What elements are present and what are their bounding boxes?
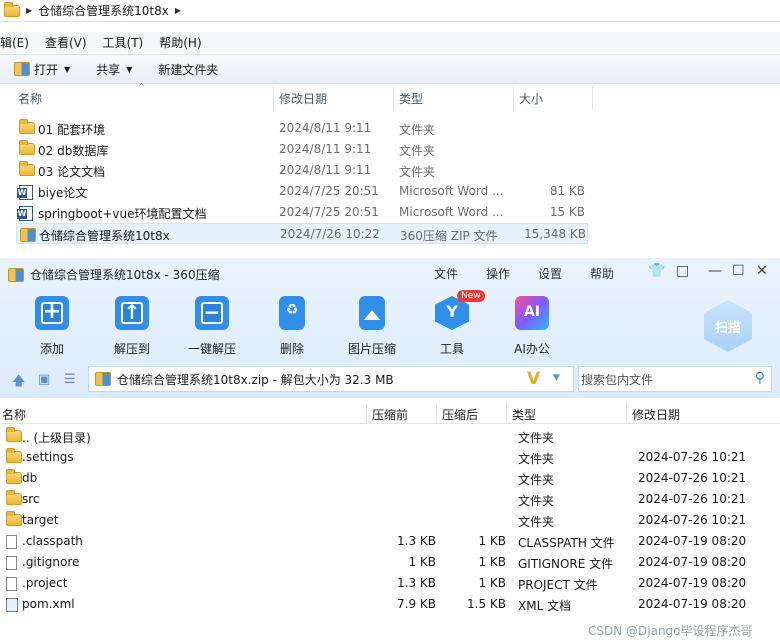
- menu-view[interactable]: 查看(V): [45, 34, 87, 51]
- column-date[interactable]: 修改日期: [279, 90, 327, 107]
- file-row-selected[interactable]: 仓储综合管理系统10t8x 2024/7/26 10:22 360压缩 ZIP …: [16, 223, 588, 244]
- archive-row[interactable]: db 文件夹 2024-07-26 10:21: [0, 468, 780, 489]
- ai-icon: [515, 296, 549, 330]
- folder-icon: [6, 448, 22, 463]
- extract-to-button[interactable]: 解压到: [97, 296, 167, 357]
- menu-file[interactable]: 文件: [434, 265, 458, 282]
- trash-icon: [279, 296, 305, 330]
- explorer-address-bar[interactable]: ▶ 仓储综合管理系统10t8x ▶: [0, 0, 780, 22]
- folder-icon: [19, 161, 35, 176]
- chevron-down-icon: ▼: [126, 64, 133, 74]
- file-row[interactable]: biye论文 2024/7/25 20:51 Microsoft Word ..…: [16, 181, 588, 202]
- archive-row[interactable]: src 文件夹 2024-07-26 10:21: [0, 489, 780, 510]
- file-icon: [6, 535, 17, 549]
- chevron-right-icon[interactable]: ▶: [175, 6, 181, 15]
- menu-operate[interactable]: 操作: [486, 265, 510, 282]
- menu-tools[interactable]: 工具(T): [103, 34, 144, 51]
- v-logo-icon: V: [527, 369, 541, 389]
- file-icon: [6, 577, 17, 591]
- archive-row[interactable]: target 文件夹 2024-07-26 10:21: [0, 510, 780, 531]
- tools-button[interactable]: New 工具: [417, 290, 487, 357]
- zip-window: 仓储综合管理系统10t8x - 360压缩 文件 操作 设置 帮助 👕 □ — …: [0, 258, 780, 642]
- share-button[interactable]: 共享 ▼: [96, 61, 132, 78]
- ai-office-button[interactable]: AI办公: [497, 296, 567, 357]
- file-icon: [6, 556, 17, 570]
- feedback-icon[interactable]: □: [676, 263, 689, 279]
- delete-button[interactable]: 删除: [257, 296, 327, 357]
- add-icon: [35, 296, 69, 330]
- column-name[interactable]: 名称: [18, 90, 42, 107]
- one-click-extract-button[interactable]: 一键解压: [177, 296, 247, 357]
- zip-column-header: 名称 压缩前 压缩后 类型 修改日期: [0, 404, 780, 424]
- column-size[interactable]: 大小: [519, 90, 543, 107]
- column-type[interactable]: 类型: [399, 90, 423, 107]
- explorer-toolbar: 打开 ▼ 共享 ▼ 新建文件夹: [0, 54, 780, 84]
- zip-app-icon: [8, 267, 24, 282]
- menu-help[interactable]: 帮助: [590, 265, 614, 282]
- folder-icon: [6, 469, 22, 484]
- new-folder-button[interactable]: 新建文件夹: [158, 61, 218, 78]
- archive-row[interactable]: .settings 文件夹 2024-07-26 10:21: [0, 447, 780, 468]
- folder-icon: [19, 140, 35, 155]
- folder-icon: [4, 1, 20, 17]
- column-before[interactable]: 压缩前: [372, 406, 408, 423]
- menu-settings[interactable]: 设置: [538, 265, 562, 282]
- word-icon: [17, 206, 33, 221]
- chevron-down-icon: ▼: [64, 64, 71, 74]
- watermark: CSDN @Django毕设程序杰哥: [588, 624, 753, 638]
- archive-row[interactable]: .project 1.3 KB 1 KB PROJECT 文件 2024-07-…: [0, 573, 780, 594]
- extract-icon: [115, 296, 149, 330]
- scan-button[interactable]: 扫描: [704, 300, 752, 352]
- column-date[interactable]: 修改日期: [632, 406, 680, 423]
- menu-help[interactable]: 帮助(H): [159, 34, 201, 51]
- archive-path-bar[interactable]: 仓储综合管理系统10t8x.zip - 解包大小为 32.3 MB V ▼: [88, 366, 574, 392]
- image-compress-button[interactable]: 图片压缩: [337, 296, 407, 357]
- add-button[interactable]: 添加: [17, 296, 87, 357]
- column-name[interactable]: 名称: [2, 406, 26, 423]
- explorer-column-header: 名称 ^ 修改日期 类型 大小: [0, 82, 600, 110]
- file-row[interactable]: springboot+vue环境配置文档 2024/7/25 20:51 Mic…: [16, 202, 588, 223]
- archive-row[interactable]: pom.xml 7.9 KB 1.5 KB XML 文档 2024-07-19 …: [0, 594, 780, 615]
- search-icon[interactable]: ⚲: [755, 370, 765, 386]
- breadcrumb[interactable]: 仓储综合管理系统10t8x: [38, 2, 169, 19]
- zip-header-area: 仓储综合管理系统10t8x - 360压缩 文件 操作 设置 帮助 👕 □ — …: [0, 258, 780, 398]
- archive-search-input[interactable]: 搜索包内文件 ⚲: [578, 366, 772, 392]
- folder-icon: [6, 427, 22, 442]
- zip-icon: [95, 372, 111, 386]
- skin-icon[interactable]: 👕: [648, 263, 665, 279]
- archive-row[interactable]: .classpath 1.3 KB 1 KB CLASSPATH 文件 2024…: [0, 531, 780, 552]
- open-button[interactable]: 打开 ▼: [14, 61, 70, 78]
- close-icon[interactable]: ✕: [756, 263, 768, 279]
- chevron-down-icon[interactable]: ▼: [553, 373, 560, 383]
- list-view-icon[interactable]: ☰: [64, 372, 76, 387]
- open-icon: [14, 62, 30, 76]
- image-compress-icon: [359, 296, 385, 330]
- new-badge: New: [457, 290, 485, 302]
- sort-up-icon: ^: [138, 82, 145, 91]
- thumbnail-view-icon[interactable]: ▣: [38, 372, 50, 387]
- chevron-right-icon[interactable]: ▶: [26, 6, 32, 15]
- file-row[interactable]: 01 配套环境 2024/8/11 9:11 文件夹: [16, 118, 588, 139]
- column-type[interactable]: 类型: [512, 406, 536, 423]
- minimize-icon[interactable]: —: [708, 263, 722, 279]
- archive-row[interactable]: .gitignore 1 KB 1 KB GITIGNORE 文件 2024-0…: [0, 552, 780, 573]
- file-row[interactable]: 02 db数据库 2024/8/11 9:11 文件夹: [16, 139, 588, 160]
- xml-file-icon: [6, 598, 18, 612]
- file-row[interactable]: 03 论文文档 2024/8/11 9:11 文件夹: [16, 160, 588, 181]
- maximize-icon[interactable]: ☐: [732, 263, 745, 279]
- folder-icon: [19, 119, 35, 134]
- zip-icon: [20, 228, 36, 242]
- archive-row[interactable]: .. (上级目录) 文件夹: [0, 426, 780, 447]
- explorer-menu-bar: 编辑(E) 查看(V) 工具(T) 帮助(H): [0, 32, 780, 52]
- one-click-extract-icon: [195, 296, 229, 330]
- folder-icon: [6, 490, 22, 505]
- folder-icon: [6, 511, 22, 526]
- word-icon: [17, 185, 33, 200]
- window-title: 仓储综合管理系统10t8x - 360压缩: [8, 266, 220, 283]
- up-arrow-icon[interactable]: 🡅: [12, 372, 25, 394]
- menu-edit[interactable]: 编辑(E): [0, 34, 29, 51]
- column-after[interactable]: 压缩后: [442, 406, 478, 423]
